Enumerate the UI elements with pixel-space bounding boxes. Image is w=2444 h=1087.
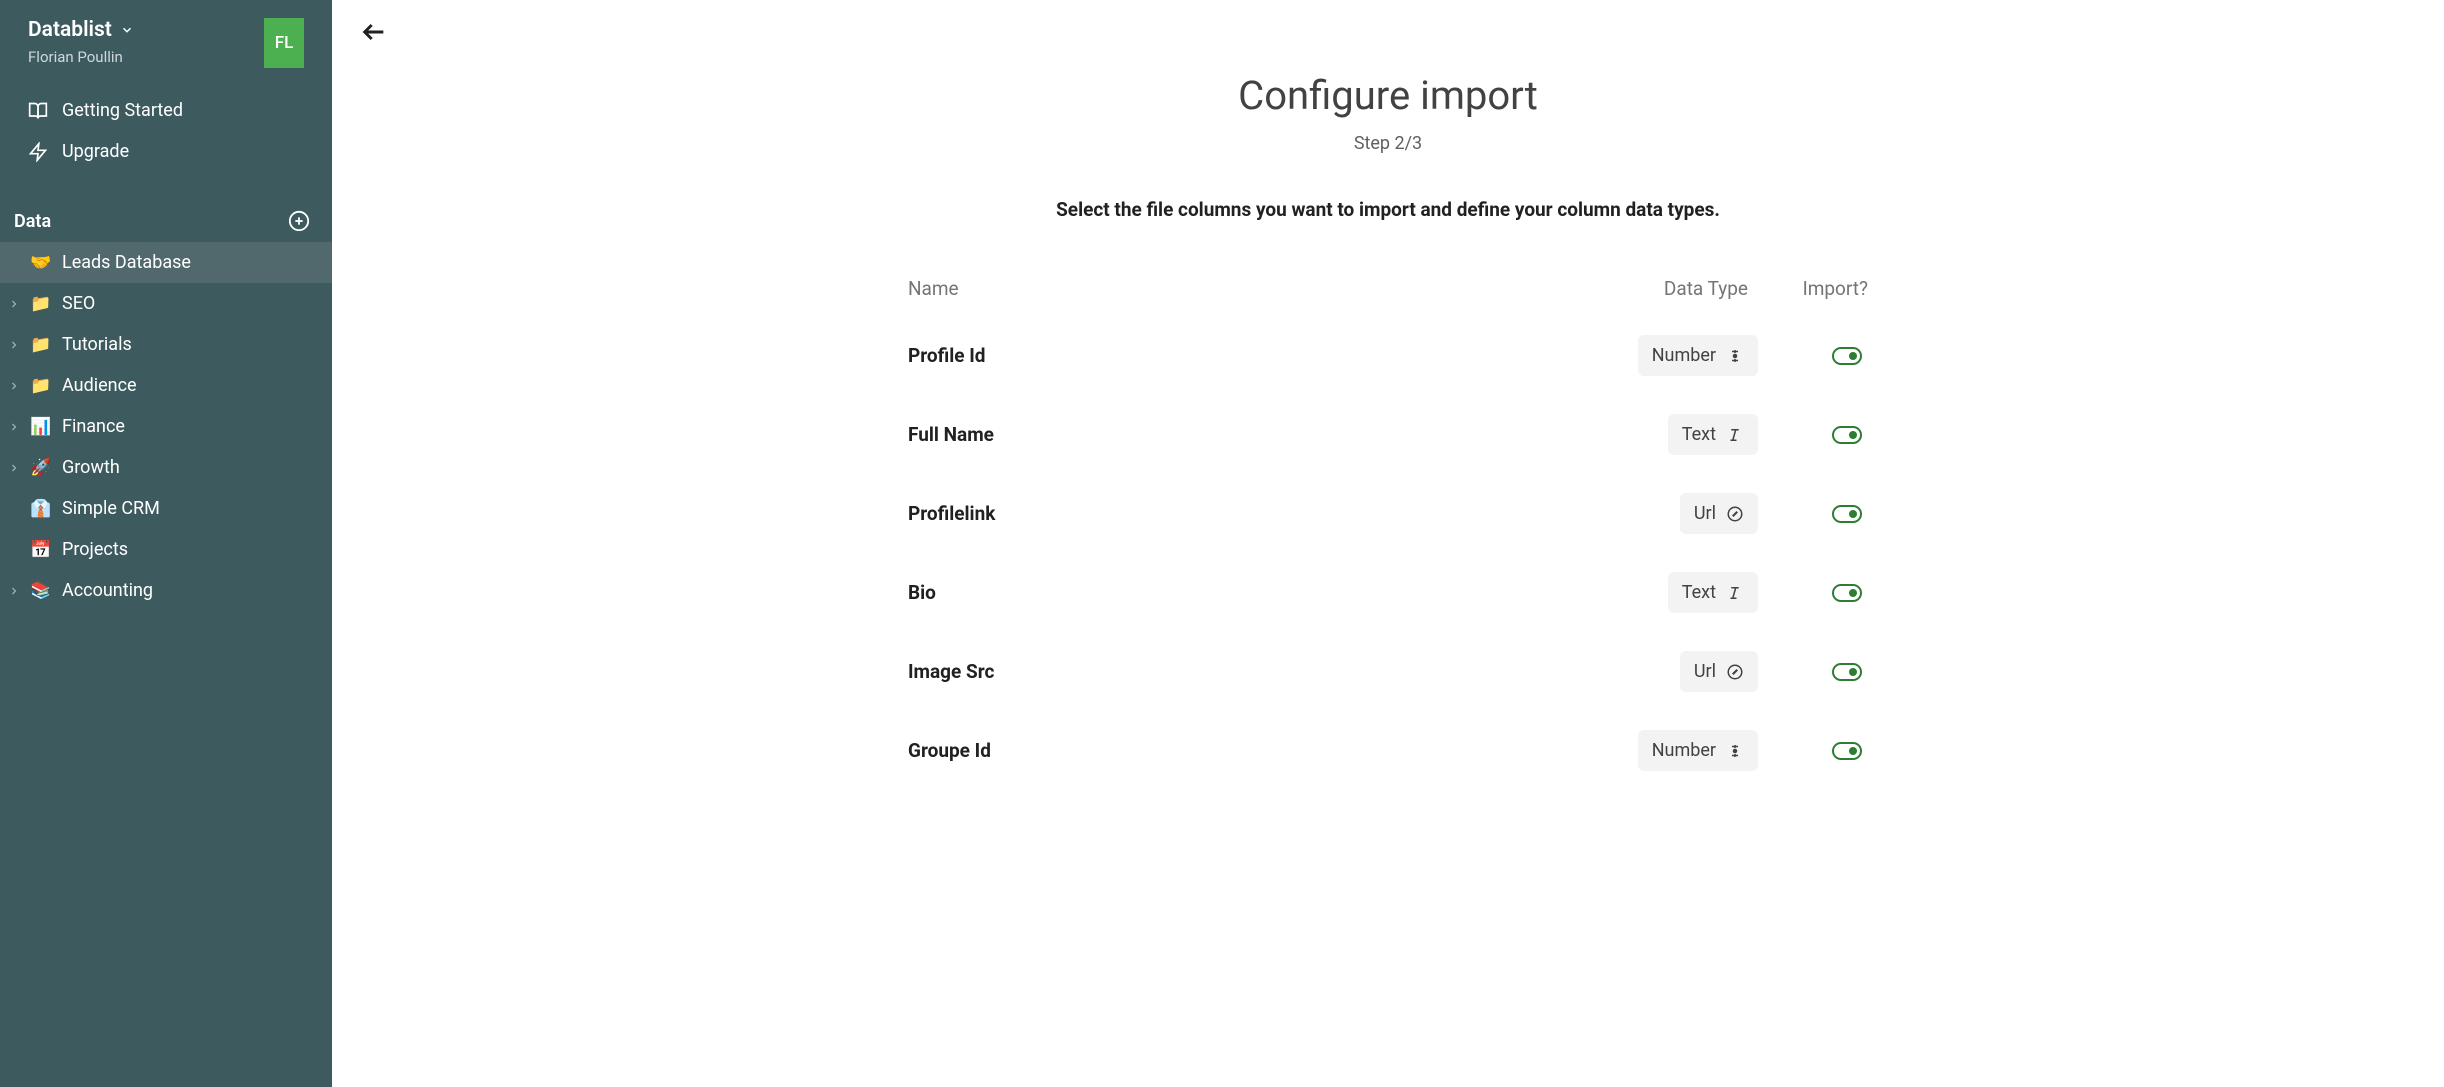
import-toggle[interactable]: [1832, 347, 1862, 365]
data-type-selector[interactable]: Url: [1680, 651, 1758, 692]
content: Configure import Step 2/3 Select the fil…: [908, 0, 1868, 790]
header-type: Data Type: [1588, 277, 1758, 300]
data-section-header: Data: [0, 182, 332, 242]
nav-label: Upgrade: [62, 141, 129, 162]
chevron-right-icon: [8, 421, 20, 433]
item-emoji: 📚: [30, 581, 52, 601]
item-emoji: 🤝: [30, 253, 52, 273]
text-icon: [1726, 584, 1744, 602]
data-type-selector[interactable]: Text: [1668, 414, 1758, 455]
table-row: Groupe Id Number: [908, 711, 1868, 790]
item-emoji: 📅: [30, 540, 52, 560]
chevron-right-icon: [8, 298, 20, 310]
number-icon: [1726, 347, 1744, 365]
page-title: Configure import: [908, 72, 1868, 119]
sidebar-item-label: Leads Database: [62, 252, 191, 273]
chevron-down-icon: [120, 23, 134, 37]
nav-label: Getting Started: [62, 100, 183, 121]
sidebar-header: Datablist Florian Poullin FL: [0, 0, 332, 80]
sidebar-item-leads-database[interactable]: 🤝 Leads Database: [0, 242, 332, 283]
section-title: Data: [14, 211, 51, 232]
sidebar-item-label: SEO: [62, 293, 95, 314]
sidebar-item-label: Accounting: [62, 580, 153, 601]
item-emoji: 📁: [30, 335, 52, 355]
book-icon: [28, 101, 48, 121]
brand-area: Datablist Florian Poullin: [28, 18, 134, 66]
chevron-right-icon: [8, 339, 20, 351]
avatar[interactable]: FL: [264, 18, 304, 68]
prompt-text: Select the file columns you want to impo…: [908, 198, 1868, 221]
type-label: Number: [1652, 740, 1716, 761]
chevron-right-icon: [8, 380, 20, 392]
column-name: Full Name: [908, 423, 1588, 446]
import-toggle[interactable]: [1832, 505, 1862, 523]
column-name: Profilelink: [908, 502, 1588, 525]
table-row: Full Name Text: [908, 395, 1868, 474]
columns-table: Name Data Type Import? Profile Id Number…: [908, 277, 1868, 790]
sidebar-item-label: Finance: [62, 416, 125, 437]
sidebar-item-tutorials[interactable]: 📁 Tutorials: [0, 324, 332, 365]
url-icon: [1726, 663, 1744, 681]
data-type-selector[interactable]: Text: [1668, 572, 1758, 613]
import-toggle[interactable]: [1832, 663, 1862, 681]
type-label: Text: [1682, 424, 1716, 445]
type-label: Number: [1652, 345, 1716, 366]
sidebar-item-label: Growth: [62, 457, 120, 478]
sidebar-item-audience[interactable]: 📁 Audience: [0, 365, 332, 406]
lightning-icon: [28, 142, 48, 162]
username: Florian Poullin: [28, 48, 134, 66]
sidebar: Datablist Florian Poullin FL Getting Sta…: [0, 0, 332, 1087]
import-toggle[interactable]: [1832, 584, 1862, 602]
item-emoji: 👔: [30, 499, 52, 519]
sidebar-item-label: Simple CRM: [62, 498, 160, 519]
sidebar-item-label: Audience: [62, 375, 137, 396]
back-button[interactable]: [360, 18, 388, 46]
type-label: Url: [1694, 661, 1716, 682]
data-type-selector[interactable]: Number: [1638, 730, 1758, 771]
text-icon: [1726, 426, 1744, 444]
nav-upgrade[interactable]: Upgrade: [0, 131, 332, 172]
sidebar-item-seo[interactable]: 📁 SEO: [0, 283, 332, 324]
type-label: Text: [1682, 582, 1716, 603]
column-name: Groupe Id: [908, 739, 1588, 762]
import-toggle[interactable]: [1832, 426, 1862, 444]
column-name: Profile Id: [908, 344, 1588, 367]
brand-name: Datablist: [28, 18, 112, 42]
table-row: Profile Id Number: [908, 316, 1868, 395]
header-import: Import?: [1758, 277, 1868, 300]
item-emoji: 📊: [30, 417, 52, 437]
item-emoji: 📁: [30, 376, 52, 396]
nav-top: Getting Started Upgrade: [0, 80, 332, 182]
url-icon: [1726, 505, 1744, 523]
nav-getting-started[interactable]: Getting Started: [0, 90, 332, 131]
sidebar-item-finance[interactable]: 📊 Finance: [0, 406, 332, 447]
table-row: Bio Text: [908, 553, 1868, 632]
item-emoji: 🚀: [30, 458, 52, 478]
sidebar-item-growth[interactable]: 🚀 Growth: [0, 447, 332, 488]
sidebar-item-label: Tutorials: [62, 334, 132, 355]
sidebar-item-projects[interactable]: 📅 Projects: [0, 529, 332, 570]
table-row: Profilelink Url: [908, 474, 1868, 553]
column-name: Image Src: [908, 660, 1588, 683]
item-emoji: 📁: [30, 294, 52, 314]
chevron-right-icon: [8, 462, 20, 474]
sidebar-item-label: Projects: [62, 539, 128, 560]
sidebar-item-accounting[interactable]: 📚 Accounting: [0, 570, 332, 611]
workspace-switcher[interactable]: Datablist: [28, 18, 134, 42]
add-collection-button[interactable]: [288, 210, 310, 232]
step-indicator: Step 2/3: [908, 133, 1868, 154]
number-icon: [1726, 742, 1744, 760]
main: Configure import Step 2/3 Select the fil…: [332, 0, 2444, 1087]
import-toggle[interactable]: [1832, 742, 1862, 760]
column-name: Bio: [908, 581, 1588, 604]
table-row: Image Src Url: [908, 632, 1868, 711]
type-label: Url: [1694, 503, 1716, 524]
chevron-right-icon: [8, 585, 20, 597]
table-header: Name Data Type Import?: [908, 277, 1868, 316]
sidebar-item-simple-crm[interactable]: 👔 Simple CRM: [0, 488, 332, 529]
data-type-selector[interactable]: Number: [1638, 335, 1758, 376]
data-list: 🤝 Leads Database 📁 SEO 📁 Tutorials 📁 Aud…: [0, 242, 332, 611]
data-type-selector[interactable]: Url: [1680, 493, 1758, 534]
header-name: Name: [908, 277, 1588, 300]
